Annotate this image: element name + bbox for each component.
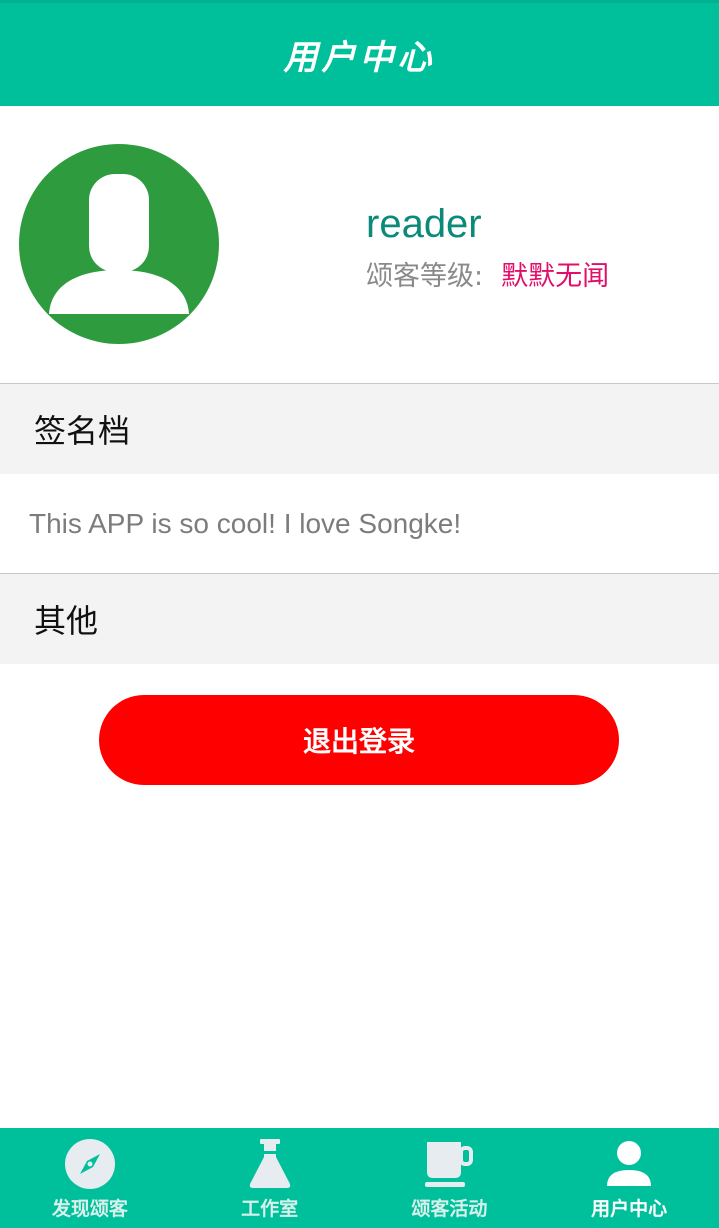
- nav-label: 颂客活动: [411, 1198, 488, 1220]
- page-title: 用户中心: [283, 38, 436, 78]
- coffee-cup-icon: [425, 1142, 474, 1187]
- nav-label: 发现颂客: [51, 1198, 128, 1220]
- nav-label: 工作室: [241, 1198, 299, 1220]
- signature-text[interactable]: This APP is so cool! I love Songke!: [29, 508, 461, 540]
- other-section-header: 其他: [0, 574, 719, 664]
- user-center-screen: 用户中心 reader 颂客等级: 默默无闻 签名档 This APP is s…: [0, 0, 719, 1228]
- level-row: 颂客等级: 默默无闻: [366, 254, 609, 293]
- user-icon: [607, 1141, 652, 1186]
- logout-button[interactable]: 退出登录: [99, 695, 619, 785]
- flask-icon: [249, 1139, 290, 1188]
- signature-section-header: 签名档: [0, 384, 719, 474]
- nav-label: 用户中心: [591, 1198, 668, 1220]
- bottom-nav: 发现颂客 工作室 颂客活动 用户中心: [0, 1128, 719, 1228]
- avatar[interactable]: [19, 144, 219, 344]
- compass-icon: [64, 1139, 115, 1189]
- profile-header: reader 颂客等级: 默默无闻: [0, 106, 719, 383]
- top-app-bar: 用户中心: [0, 0, 719, 106]
- nav-item-discover[interactable]: 发现颂客: [0, 1128, 180, 1228]
- level-value: 默默无闻: [501, 261, 610, 292]
- nav-item-user-center[interactable]: 用户中心: [539, 1128, 719, 1228]
- level-label: 颂客等级:: [366, 261, 484, 292]
- nav-item-studio[interactable]: 工作室: [180, 1128, 360, 1228]
- username: reader: [366, 202, 482, 246]
- nav-item-events[interactable]: 颂客活动: [360, 1128, 540, 1228]
